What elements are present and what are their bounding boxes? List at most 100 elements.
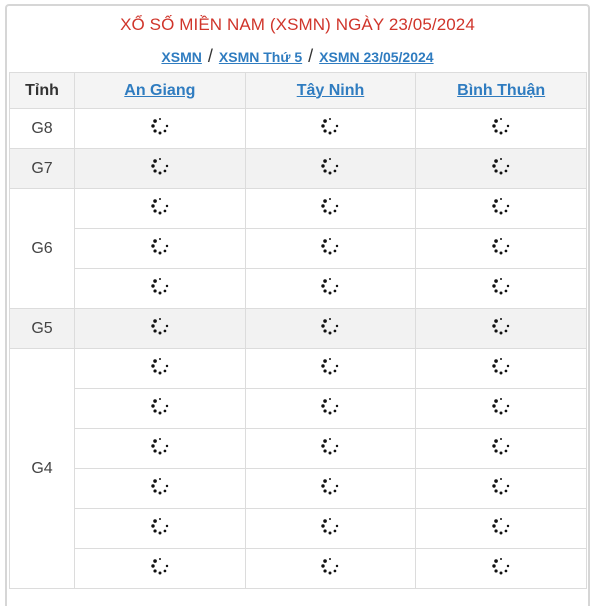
result-cell [244, 268, 417, 309]
column-header-an-giang: An Giang [74, 72, 246, 109]
loading-spinner-icon [150, 116, 170, 141]
result-cell [74, 228, 246, 269]
result-cell [244, 308, 417, 349]
loading-spinner-icon [320, 276, 340, 301]
result-cell [244, 428, 417, 469]
table-row [10, 228, 587, 269]
result-cell [415, 388, 587, 429]
loading-spinner-icon [320, 316, 340, 341]
loading-spinner-icon [320, 356, 340, 381]
loading-spinner-icon [491, 196, 511, 221]
loading-spinner-icon [320, 156, 340, 181]
table-row [10, 388, 587, 429]
result-cell [74, 308, 246, 349]
loading-spinner-icon [491, 116, 511, 141]
result-cell [74, 348, 246, 389]
result-cell [244, 188, 417, 229]
loading-spinner-icon [320, 236, 340, 261]
result-cell [74, 468, 246, 509]
loading-spinner-icon [150, 516, 170, 541]
prize-label: G5 [9, 308, 75, 349]
result-cell [415, 428, 587, 469]
breadcrumb-separator: / [207, 46, 213, 66]
result-cell [244, 348, 417, 389]
province-link-an-giang[interactable]: An Giang [124, 82, 195, 99]
table-row [10, 268, 587, 309]
table-row: G8 [9, 108, 587, 149]
prize-label: G8 [9, 108, 75, 149]
loading-spinner-icon [150, 356, 170, 381]
province-column-header: Tỉnh [9, 72, 75, 109]
loading-spinner-icon [150, 196, 170, 221]
result-cell [74, 388, 246, 429]
loading-spinner-icon [150, 316, 170, 341]
loading-spinner-icon [320, 476, 340, 501]
result-cell [244, 468, 417, 509]
result-cell [415, 228, 587, 269]
breadcrumb-link-weekday[interactable]: XSMN Thứ 5 [219, 49, 302, 65]
result-cell [244, 148, 417, 189]
result-cell [415, 468, 587, 509]
breadcrumb-separator: / [308, 46, 314, 66]
loading-spinner-icon [491, 436, 511, 461]
breadcrumb: XSMN / XSMN Thứ 5 / XSMN 23/05/2024 [7, 46, 588, 67]
loading-spinner-icon [150, 236, 170, 261]
result-cell [415, 508, 587, 549]
loading-spinner-icon [320, 436, 340, 461]
prize-label: G7 [9, 148, 75, 189]
loading-spinner-icon [320, 396, 340, 421]
result-cell [244, 108, 417, 149]
result-cell [415, 348, 587, 389]
results-panel: XỔ SỐ MIỀN NAM (XSMN) NGÀY 23/05/2024 XS… [5, 4, 590, 606]
table-row [10, 468, 587, 509]
loading-spinner-icon [320, 516, 340, 541]
result-cell [74, 148, 246, 189]
province-link-binh-thuan[interactable]: Bình Thuận [457, 82, 545, 99]
loading-spinner-icon [320, 196, 340, 221]
result-cell [244, 388, 417, 429]
loading-spinner-icon [320, 116, 340, 141]
result-cell [415, 268, 587, 309]
result-cell [415, 188, 587, 229]
loading-spinner-icon [150, 476, 170, 501]
loading-spinner-icon [150, 436, 170, 461]
prize-label: G4 [9, 348, 75, 589]
table-row: G7 [9, 148, 587, 189]
table-row [10, 428, 587, 469]
table-row: G4 [9, 348, 587, 589]
results-body: G8 G7 G6 G5 G4 [9, 108, 587, 589]
result-cell [74, 508, 246, 549]
loading-spinner-icon [491, 556, 511, 581]
loading-spinner-icon [491, 156, 511, 181]
loading-spinner-icon [491, 236, 511, 261]
loading-spinner-icon [150, 396, 170, 421]
result-cell [415, 148, 587, 189]
loading-spinner-icon [150, 156, 170, 181]
loading-spinner-icon [491, 396, 511, 421]
result-cell [74, 188, 246, 229]
table-row: G6 [9, 188, 587, 309]
table-row [10, 508, 587, 549]
page-title: XỔ SỐ MIỀN NAM (XSMN) NGÀY 23/05/2024 [120, 15, 475, 34]
province-link-tay-ninh[interactable]: Tây Ninh [297, 82, 365, 99]
loading-spinner-icon [150, 276, 170, 301]
table-row: G5 [9, 308, 587, 349]
breadcrumb-link-date[interactable]: XSMN 23/05/2024 [319, 49, 433, 65]
result-cell [415, 308, 587, 349]
result-cell [74, 268, 246, 309]
result-cell [415, 108, 587, 149]
table-header-row: Tỉnh An Giang Tây Ninh Bình Thuận [9, 72, 587, 109]
results-header: XỔ SỐ MIỀN NAM (XSMN) NGÀY 23/05/2024 XS… [7, 6, 588, 72]
results-table: Tỉnh An Giang Tây Ninh Bình Thuận G8 G7 G6… [9, 72, 587, 589]
result-cell [244, 508, 417, 549]
column-header-tay-ninh: Tây Ninh [244, 72, 417, 109]
loading-spinner-icon [491, 516, 511, 541]
breadcrumb-link-xsmn[interactable]: XSMN [161, 49, 201, 65]
result-cell [74, 108, 246, 149]
result-cell [74, 428, 246, 469]
column-header-binh-thuan: Bình Thuận [415, 72, 587, 109]
prize-label: G6 [9, 188, 75, 309]
loading-spinner-icon [491, 356, 511, 381]
loading-spinner-icon [491, 316, 511, 341]
result-cell [244, 228, 417, 269]
